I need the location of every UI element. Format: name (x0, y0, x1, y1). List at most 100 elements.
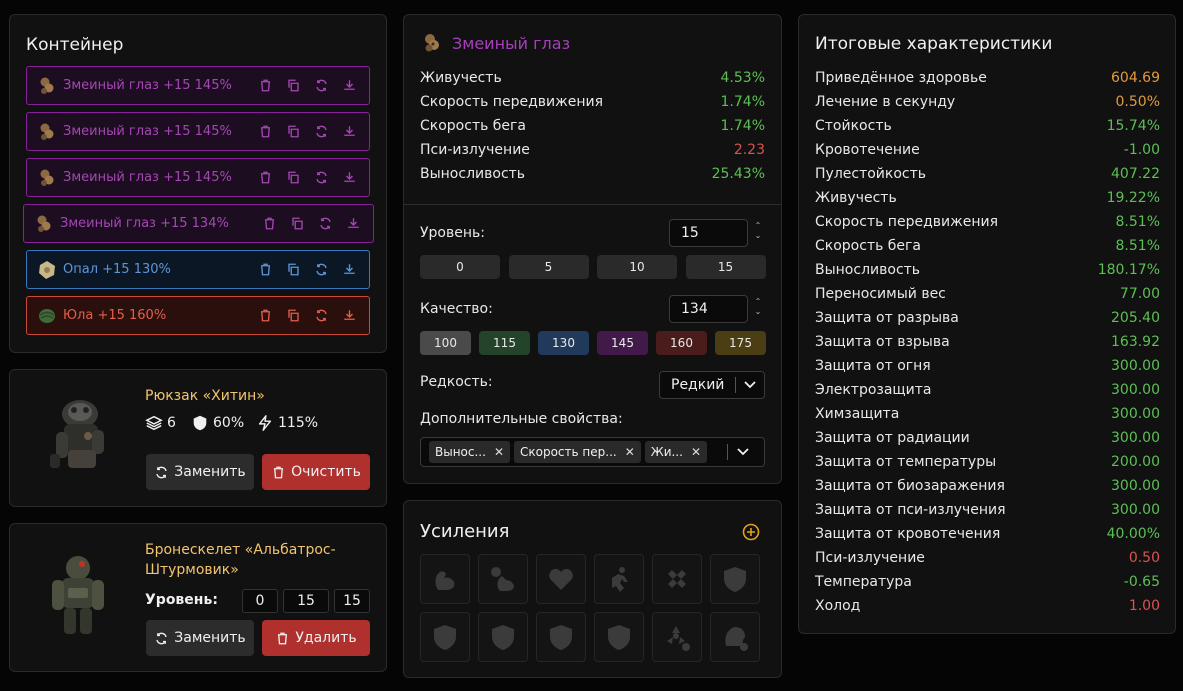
trash-icon[interactable] (251, 168, 279, 188)
download-icon[interactable] (335, 306, 363, 326)
download-icon[interactable] (335, 76, 363, 96)
stat-value: 1.74% (720, 118, 765, 134)
download-icon[interactable] (339, 214, 367, 234)
copy-icon[interactable] (279, 168, 307, 188)
total-stat-value: 19.22% (1106, 190, 1160, 206)
trash-icon[interactable] (251, 122, 279, 142)
quality-preset-button[interactable]: 175 (715, 331, 766, 355)
psi-shield-icon[interactable] (594, 612, 644, 662)
backpack-clear-button[interactable]: Очистить (262, 454, 370, 490)
backpack-slots-value: 6 (167, 415, 176, 431)
artifact-thumbnail (37, 122, 57, 142)
container-slot[interactable]: Змеиный глаз +15 134% (23, 204, 374, 243)
level-preset-button[interactable]: 15 (685, 255, 766, 279)
trash-icon[interactable] (251, 260, 279, 280)
download-icon[interactable] (335, 168, 363, 188)
total-stat-value: 180.17% (1097, 262, 1160, 278)
radiation-minus-icon[interactable] (652, 612, 702, 662)
backpack-name: Рюкзак «Хитин» (145, 388, 265, 404)
artifact-thumbnail (37, 260, 57, 280)
copy-icon[interactable] (279, 76, 307, 96)
refresh-icon[interactable] (307, 168, 335, 188)
total-stat-row: Переносимый вес 77.00 (815, 286, 1160, 302)
refresh-icon[interactable] (307, 122, 335, 142)
slot-label: Опал +15 130% (63, 262, 171, 277)
artifact-title: Змеиный глаз (452, 34, 571, 53)
armor-delete-button[interactable]: Удалить (262, 620, 370, 656)
total-stat-name: Защита от огня (815, 358, 931, 374)
slot-label: Юла +15 160% (63, 308, 167, 323)
extra-chips: Вынос... ✕ Скорость пер... ✕ Жи... ✕ (421, 441, 727, 463)
rarity-label: Редкость: (420, 374, 493, 390)
quality-preset-button[interactable]: 160 (656, 331, 707, 355)
quality-preset-button[interactable]: 100 (420, 331, 471, 355)
strength-icon[interactable] (420, 554, 470, 604)
armor-level-min[interactable]: 0 (242, 589, 278, 613)
radiation-shield-icon[interactable] (478, 612, 528, 662)
container-slot[interactable]: Юла +15 160% (26, 296, 370, 335)
refresh-icon[interactable] (307, 76, 335, 96)
level-preset-button[interactable]: 5 (508, 255, 589, 279)
total-stat-value: 300.00 (1111, 478, 1160, 494)
trash-icon[interactable] (251, 76, 279, 96)
trash-icon[interactable] (251, 306, 279, 326)
total-stat-value: 300.00 (1111, 382, 1160, 398)
level-input[interactable]: 15 (669, 219, 748, 247)
download-icon[interactable] (335, 122, 363, 142)
shield-icon[interactable] (710, 554, 760, 604)
quality-input[interactable]: 134 (669, 295, 748, 323)
armor-level-label: Уровень: (145, 592, 218, 608)
copy-icon[interactable] (283, 214, 311, 234)
backpack-efficiency-value: 115% (278, 415, 319, 431)
total-stat-value: 200.00 (1111, 454, 1160, 470)
total-stat-value: 1.00 (1128, 598, 1160, 614)
total-stat-row: Холод 1.00 (815, 598, 1160, 614)
container-slot[interactable]: Змеиный глаз +15 145% (26, 112, 370, 151)
armor-level-max[interactable]: 15 (334, 589, 370, 613)
biohazard-shield-icon[interactable] (536, 612, 586, 662)
thermometer-shield-icon[interactable] (420, 612, 470, 662)
level-spinner[interactable]: ⌃ ⌄ (753, 221, 763, 241)
container-slot[interactable]: Змеиный глаз +15 145% (26, 158, 370, 197)
total-stat-name: Защита от кровотечения (815, 526, 1001, 542)
total-stat-row: Стойкость 15.74% (815, 118, 1160, 134)
quality-spinner[interactable]: ⌃ ⌄ (753, 297, 763, 317)
chip-label: Скорость пер... (520, 445, 617, 459)
remove-chip-icon[interactable]: ✕ (494, 445, 504, 459)
level-preset-button[interactable]: 10 (597, 255, 677, 279)
backpack-replace-button[interactable]: Заменить (146, 454, 254, 490)
layers-icon (145, 415, 163, 431)
rarity-select[interactable]: Редкий (659, 371, 765, 399)
copy-icon[interactable] (279, 306, 307, 326)
quality-preset-button[interactable]: 145 (597, 331, 648, 355)
running-icon[interactable] (594, 554, 644, 604)
remove-chip-icon[interactable]: ✕ (691, 445, 701, 459)
slot-actions (251, 260, 363, 280)
add-boost-icon[interactable] (742, 523, 760, 541)
download-icon[interactable] (335, 260, 363, 280)
bandage-icon[interactable] (652, 554, 702, 604)
total-stat-row: Защита от огня 300.00 (815, 358, 1160, 374)
remove-chip-icon[interactable]: ✕ (625, 445, 635, 459)
level-preset-button[interactable]: 0 (420, 255, 500, 279)
refresh-icon[interactable] (307, 260, 335, 280)
timed-strength-icon[interactable] (478, 554, 528, 604)
heart-plus-icon[interactable] (536, 554, 586, 604)
quality-preset-button[interactable]: 115 (479, 331, 530, 355)
refresh-icon[interactable] (307, 306, 335, 326)
armor-level-current[interactable]: 15 (283, 589, 329, 613)
copy-icon[interactable] (279, 122, 307, 142)
total-stat-name: Пулестойкость (815, 166, 927, 182)
trash-icon[interactable] (255, 214, 283, 234)
refresh-icon[interactable] (311, 214, 339, 234)
extra-multiselect[interactable]: Вынос... ✕ Скорость пер... ✕ Жи... ✕ (420, 437, 765, 467)
quality-preset-button[interactable]: 130 (538, 331, 589, 355)
container-slot[interactable]: Змеиный глаз +15 145% (26, 66, 370, 105)
psi-head-minus-icon[interactable] (710, 612, 760, 662)
copy-icon[interactable] (279, 260, 307, 280)
artifact-divider (404, 204, 781, 205)
total-stat-name: Живучесть (815, 190, 897, 206)
container-slot[interactable]: Опал +15 130% (26, 250, 370, 289)
total-stat-name: Холод (815, 598, 861, 614)
armor-replace-button[interactable]: Заменить (146, 620, 254, 656)
